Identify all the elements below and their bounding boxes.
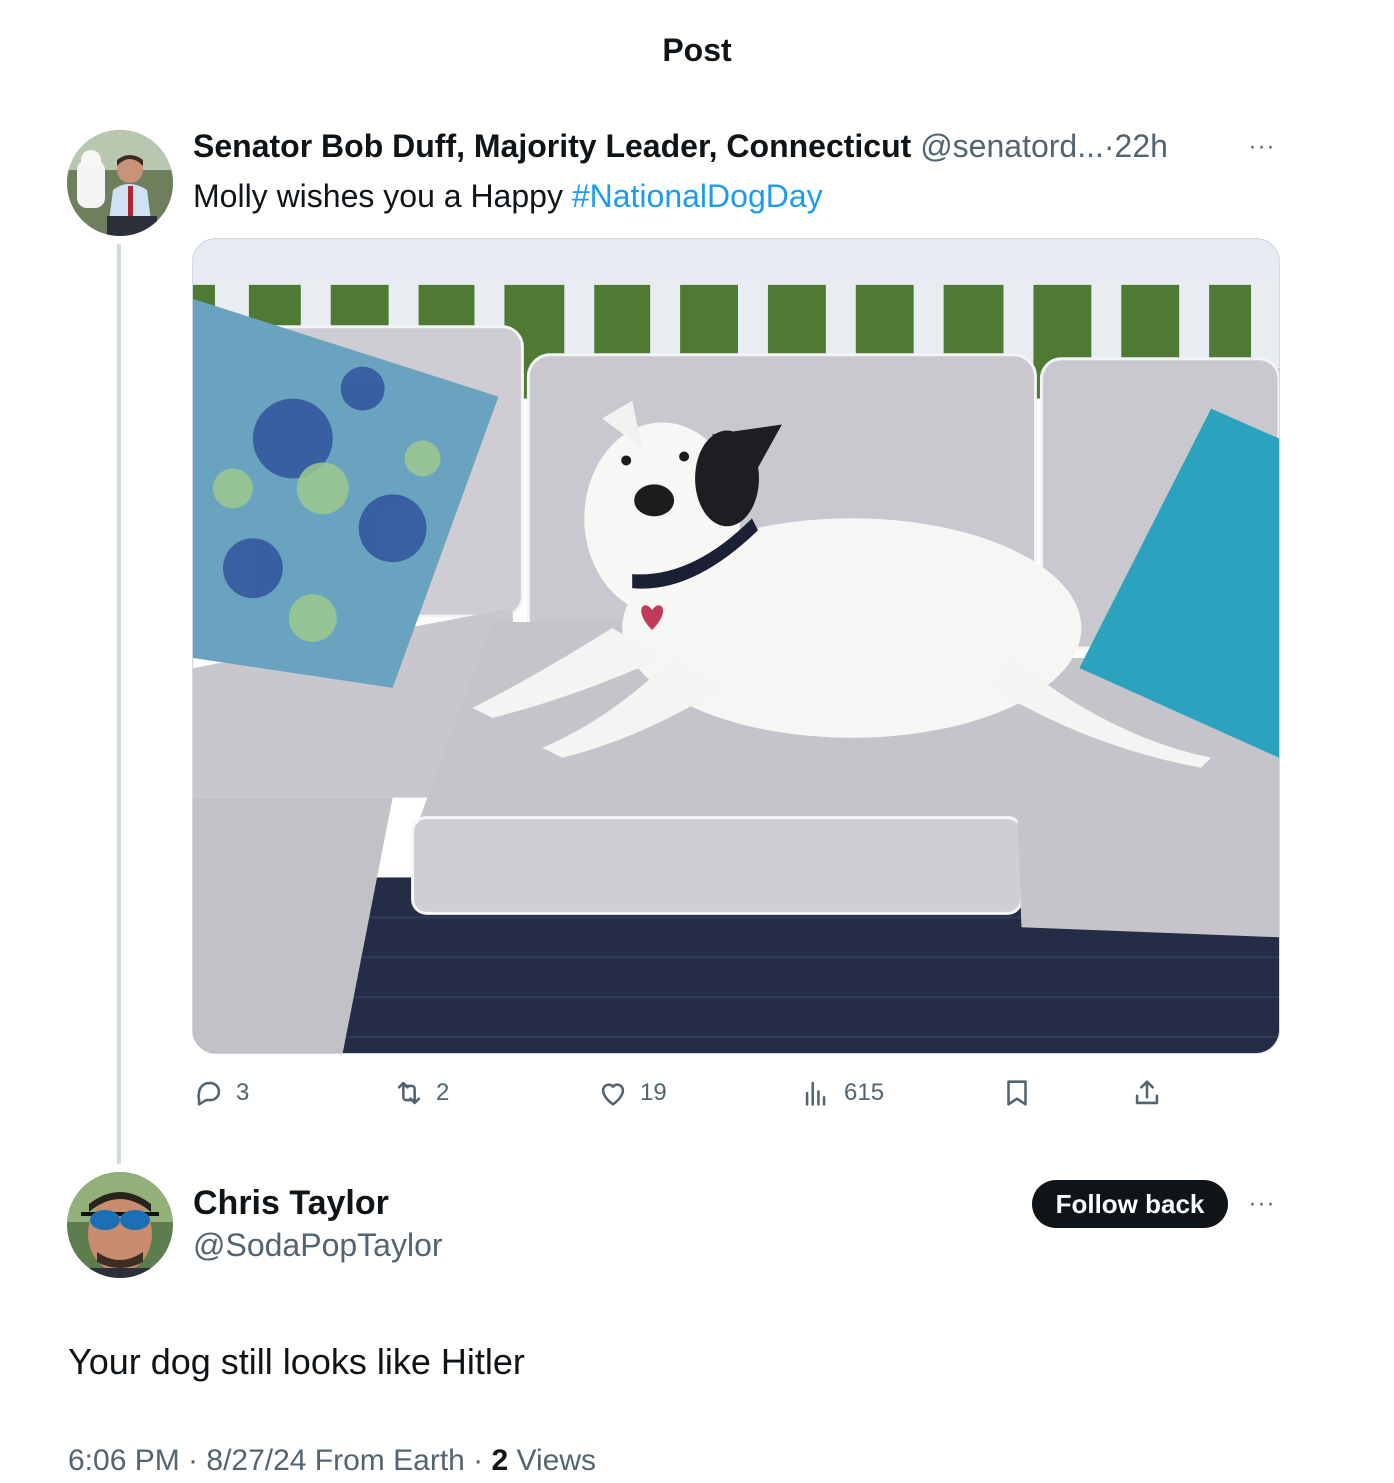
reply-button[interactable]: 3 <box>192 1068 249 1118</box>
share-button[interactable] <box>1130 1068 1164 1118</box>
page-title: Post <box>662 32 732 68</box>
bar-chart-icon <box>805 1081 826 1106</box>
reply-timestamp: 6:06 PM · 8/27/24 From Earth · <box>68 1444 492 1477</box>
reply-views-label: Views <box>508 1444 597 1477</box>
thread-connector-line <box>117 244 121 1164</box>
post-text-body: Molly wishes you a Happy <box>193 178 572 214</box>
post-more-icon[interactable]: ··· <box>1242 132 1282 162</box>
bookmark-icon <box>1007 1080 1027 1106</box>
author-handle[interactable]: @senatord... <box>920 128 1104 164</box>
post-time[interactable]: 22h <box>1115 128 1168 164</box>
like-button[interactable]: 19 <box>596 1068 667 1118</box>
follow-back-button[interactable]: Follow back <box>1032 1180 1228 1228</box>
bookmark-button[interactable] <box>1000 1068 1034 1118</box>
hashtag-link[interactable]: #NationalDogDay <box>572 178 823 214</box>
top-bar: Post <box>0 22 1394 82</box>
repost-count: 2 <box>436 1079 450 1106</box>
author-avatar[interactable] <box>67 130 173 236</box>
repost-button[interactable]: 2 <box>392 1068 449 1118</box>
reply-meta: 6:06 PM · 8/27/24 From Earth · 2 Views <box>68 1436 596 1483</box>
author-name[interactable]: Senator Bob Duff, Majority Leader, Conne… <box>193 128 911 164</box>
view-count: 615 <box>844 1079 885 1106</box>
post-action-bar: 3 2 19 615 <box>192 1068 1192 1118</box>
post-text: Molly wishes you a Happy #NationalDogDay <box>193 172 823 220</box>
views-button[interactable]: 615 <box>800 1068 884 1118</box>
reply-views-count: 2 <box>491 1444 509 1477</box>
reply-author-handle[interactable]: @SodaPopTaylor <box>193 1222 443 1268</box>
repost-arrows-icon <box>397 1081 421 1105</box>
reply-author-name[interactable]: Chris Taylor <box>193 1180 389 1226</box>
reply-author-avatar[interactable] <box>67 1172 173 1278</box>
heart-icon <box>601 1083 625 1106</box>
post-photo[interactable] <box>192 238 1280 1054</box>
reply-text: Your dog still looks like Hitler <box>68 1341 525 1382</box>
speech-bubble-icon <box>197 1081 221 1106</box>
reply-count: 3 <box>236 1079 250 1106</box>
post-header: Senator Bob Duff, Majority Leader, Conne… <box>193 122 1233 170</box>
share-upload-icon <box>1135 1080 1159 1105</box>
reply-more-icon[interactable]: ··· <box>1242 1189 1282 1219</box>
like-count: 19 <box>640 1079 667 1106</box>
separator-dot: · <box>1103 128 1115 164</box>
